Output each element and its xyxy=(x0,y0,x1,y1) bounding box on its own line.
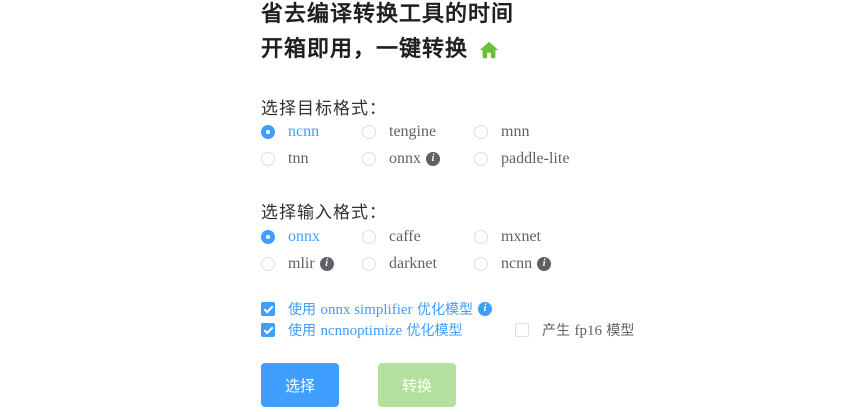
checkbox-label-name: onnx simplifier xyxy=(320,302,413,318)
radio-label: caffe xyxy=(389,228,421,245)
checkbox-ncnnoptimize[interactable]: 使用 ncnnoptimize 优化模型 xyxy=(261,320,463,340)
checkbox-label-name: ncnnoptimize xyxy=(320,323,403,339)
checkbox-box[interactable] xyxy=(261,302,275,316)
checkbox-label-suffix: 优化模型 xyxy=(412,302,473,318)
input-radio-onnx[interactable]: onnx xyxy=(261,228,320,246)
radio-circle[interactable] xyxy=(261,125,275,139)
checkbox-fp16[interactable]: 产生 fp16 模型 xyxy=(515,320,634,340)
checkbox-label-name: fp16 xyxy=(574,323,602,339)
radio-label: mnn xyxy=(501,123,530,140)
checkbox-box[interactable] xyxy=(515,323,529,337)
checkbox-label: 使用 ncnnoptimize 优化模型 xyxy=(288,320,463,340)
checkbox-onnx-simplifier[interactable]: 使用 onnx simplifier 优化模型 i xyxy=(261,299,492,319)
input-radio-caffe[interactable]: caffe xyxy=(362,228,421,246)
radio-label: mxnet xyxy=(501,228,541,245)
checkbox-label-suffix: 模型 xyxy=(601,323,635,339)
select-button[interactable]: 选择 xyxy=(261,363,339,407)
target-format-label: 选择目标格式： xyxy=(261,99,387,119)
input-format-label: 选择输入格式： xyxy=(261,203,387,223)
target-radio-paddle-lite[interactable]: paddle-lite xyxy=(474,150,569,168)
title-line-2: 开箱即用，一键转换 xyxy=(261,33,500,67)
radio-circle[interactable] xyxy=(261,152,275,166)
checkbox-box[interactable] xyxy=(261,323,275,337)
radio-circle[interactable] xyxy=(362,230,376,244)
radio-label: onnx xyxy=(288,228,320,245)
radio-label: onnx xyxy=(389,150,421,167)
radio-label: darknet xyxy=(389,255,437,272)
info-icon[interactable]: i xyxy=(537,257,552,271)
checkbox-label: 产生 fp16 模型 xyxy=(542,320,634,340)
radio-circle[interactable] xyxy=(261,257,275,271)
input-radio-ncnn[interactable]: ncnn i xyxy=(474,255,552,273)
convert-button[interactable]: 转换 xyxy=(378,363,456,407)
checkbox-label-prefix: 使用 xyxy=(288,302,321,318)
radio-circle[interactable] xyxy=(362,152,376,166)
info-icon[interactable]: i xyxy=(319,257,334,271)
info-icon[interactable]: i xyxy=(426,152,440,166)
input-radio-mlir[interactable]: mlir i xyxy=(261,255,334,273)
target-radio-ncnn[interactable]: ncnn xyxy=(261,123,319,141)
title-line-1: 省去编译转换工具的时间 xyxy=(261,2,515,27)
target-radio-tengine[interactable]: tengine xyxy=(362,123,436,141)
input-radio-darknet[interactable]: darknet xyxy=(362,255,437,273)
target-radio-tnn[interactable]: tnn xyxy=(261,150,308,168)
radio-label: paddle-lite xyxy=(501,150,570,167)
radio-label: ncnn xyxy=(501,255,533,272)
radio-circle[interactable] xyxy=(261,230,275,244)
radio-circle[interactable] xyxy=(362,125,376,139)
radio-label: mlir xyxy=(288,255,315,272)
input-radio-mxnet[interactable]: mxnet xyxy=(474,228,541,246)
checkbox-label-prefix: 使用 xyxy=(288,323,321,339)
checkbox-label-prefix: 产生 xyxy=(542,323,575,339)
target-radio-onnx[interactable]: onnx i xyxy=(362,150,440,168)
radio-label: tnn xyxy=(288,150,309,167)
home-icon xyxy=(479,41,499,59)
checkbox-label: 使用 onnx simplifier 优化模型 xyxy=(288,299,473,319)
radio-label: tengine xyxy=(389,123,437,140)
target-radio-mnn[interactable]: mnn xyxy=(474,123,529,141)
checkbox-label-suffix: 优化模型 xyxy=(402,323,463,339)
radio-circle[interactable] xyxy=(474,257,488,271)
radio-circle[interactable] xyxy=(474,125,488,139)
radio-label: ncnn xyxy=(288,123,320,140)
radio-circle[interactable] xyxy=(474,230,488,244)
radio-circle[interactable] xyxy=(362,257,376,271)
info-icon[interactable]: i xyxy=(477,302,492,316)
title-line-2-text: 开箱即用，一键转换 xyxy=(261,37,469,62)
radio-circle[interactable] xyxy=(474,152,488,166)
